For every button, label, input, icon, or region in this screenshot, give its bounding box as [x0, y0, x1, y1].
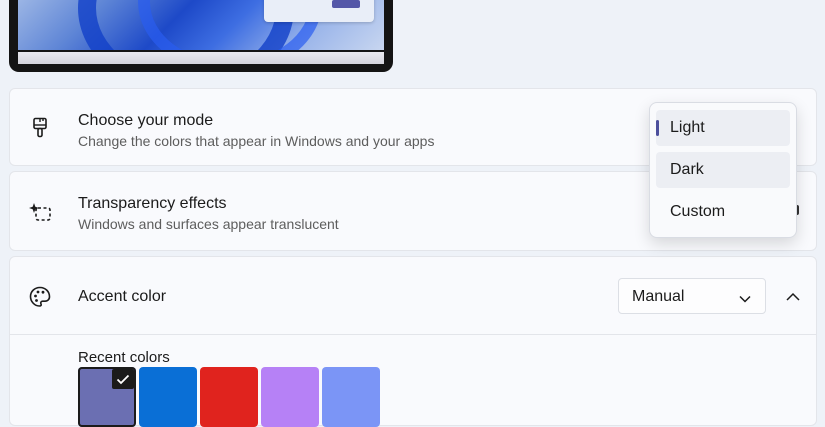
divider: [10, 334, 816, 335]
preview-taskbar: [18, 52, 384, 64]
wallpaper-preview: [18, 0, 384, 50]
menu-item-label: Light: [670, 119, 705, 136]
choose-mode-title: Choose your mode: [78, 112, 214, 129]
transparency-title: Transparency effects: [78, 195, 227, 212]
brush-icon: [28, 116, 52, 140]
selection-indicator: [656, 120, 659, 136]
menu-item-label: Custom: [670, 203, 726, 220]
accent-mode-select[interactable]: Manual: [618, 278, 766, 314]
color-swatch[interactable]: [200, 367, 258, 427]
chevron-down-icon: [739, 290, 751, 308]
accent-color-title: Accent color: [78, 288, 167, 305]
menu-item-label: Dark: [670, 161, 704, 178]
menu-item-light[interactable]: Light: [656, 110, 790, 146]
color-swatch[interactable]: [261, 367, 319, 427]
transparency-description: Windows and surfaces appear translucent: [78, 216, 339, 232]
chevron-up-icon[interactable]: [786, 288, 800, 306]
recent-colors-label: Recent colors: [78, 349, 170, 366]
palette-icon: [28, 285, 52, 309]
accent-mode-value: Manual: [632, 288, 685, 305]
mode-dropdown-menu: Light Dark Custom: [649, 102, 797, 238]
theme-preview: [9, 0, 393, 72]
menu-item-custom[interactable]: Custom: [656, 194, 790, 230]
transparency-icon: [28, 200, 52, 224]
preview-window: [264, 0, 374, 22]
color-swatch[interactable]: [322, 367, 380, 427]
preview-window-button: [332, 0, 360, 8]
menu-item-dark[interactable]: Dark: [656, 152, 790, 188]
color-swatch[interactable]: [139, 367, 197, 427]
choose-mode-description: Change the colors that appear in Windows…: [78, 133, 435, 149]
accent-color-card: Accent color Manual Recent colors: [9, 256, 817, 427]
color-swatch[interactable]: [78, 367, 136, 427]
checkmark-icon: [112, 369, 134, 389]
